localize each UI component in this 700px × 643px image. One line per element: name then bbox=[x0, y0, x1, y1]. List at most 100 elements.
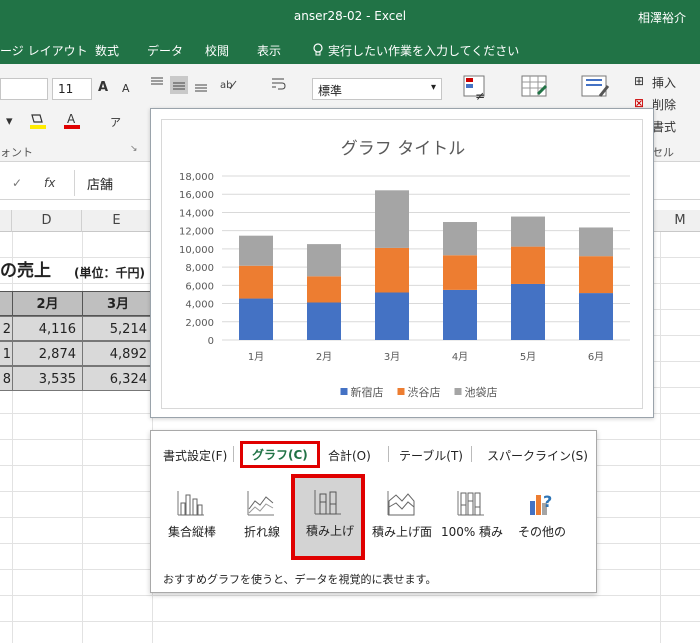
chart-preview[interactable]: グラフ タイトル 0 2,000 4,000 6,000 8,000 10,000 12,0… bbox=[150, 108, 654, 418]
percent-stacked-icon bbox=[457, 491, 484, 516]
chevron-down-icon: ▾ bbox=[430, 82, 436, 93]
sheet-unit[interactable]: (単位：千円) bbox=[74, 261, 145, 286]
font-dialog-launcher-icon[interactable]: ↘ bbox=[130, 144, 138, 154]
y-tick-label: 18,000 bbox=[179, 172, 214, 183]
x-tick-label: 2月 bbox=[316, 351, 332, 363]
table-cell[interactable]: 3,535 bbox=[12, 366, 83, 391]
column-header-partial[interactable] bbox=[0, 210, 12, 232]
bar-segment bbox=[511, 216, 545, 247]
line-chart-icon bbox=[247, 491, 274, 516]
qa-stacked-area[interactable]: 積み上げ面 bbox=[367, 481, 437, 561]
tell-me-box[interactable]: 実行したい作業を入力してください bbox=[312, 42, 519, 59]
check-icon[interactable]: ✓ bbox=[12, 176, 22, 190]
y-tick-label: 12,000 bbox=[179, 227, 214, 238]
x-tick-label: 1月 bbox=[248, 351, 264, 363]
font-size-box[interactable]: 11 bbox=[52, 78, 92, 100]
bar-segment bbox=[375, 292, 409, 340]
quick-analysis-panel: 書式設定(F) グラフ(C) 合計(O) テーブル(T) スパークライン(S) … bbox=[150, 430, 597, 593]
tab-view[interactable]: 表示 bbox=[257, 42, 281, 59]
qa-tab-totals[interactable]: 合計(O) bbox=[328, 447, 371, 464]
bar-segment bbox=[511, 246, 545, 284]
tab-page-layout[interactable]: ージ レイアウト bbox=[0, 42, 88, 59]
bar-segment bbox=[375, 247, 409, 293]
svg-text:≠: ≠ bbox=[475, 89, 485, 103]
qa-stacked-column[interactable]: 積み上げ bbox=[291, 474, 365, 560]
tab-separator bbox=[233, 446, 234, 462]
tab-data[interactable]: データ bbox=[147, 42, 183, 59]
dropdown-chevron-icon[interactable]: ▾ bbox=[6, 114, 13, 129]
stacked-area-icon bbox=[387, 491, 415, 516]
table-cell[interactable]: 4,116 bbox=[12, 316, 83, 341]
y-tick-label: 14,000 bbox=[179, 208, 214, 219]
sheet-title[interactable]: の売上 bbox=[0, 259, 51, 284]
legend-label: 渋谷店 bbox=[408, 385, 441, 399]
align-middle-icon[interactable] bbox=[170, 76, 188, 94]
qa-item-label: その他の bbox=[517, 525, 566, 539]
qa-tab-tables[interactable]: テーブル(T) bbox=[399, 447, 463, 464]
qa-tab-formatting[interactable]: 書式設定(F) bbox=[163, 447, 227, 464]
format-as-table-icon[interactable] bbox=[520, 74, 550, 104]
cell-styles-icon[interactable] bbox=[580, 74, 610, 104]
align-top-icon[interactable] bbox=[150, 76, 164, 88]
font-name-box[interactable] bbox=[0, 78, 48, 100]
orientation-icon[interactable]: ab bbox=[218, 76, 238, 92]
number-format-box[interactable]: 標準 ▾ bbox=[312, 78, 442, 100]
legend-label: 新宿店 bbox=[351, 385, 384, 399]
stacked-column-icon bbox=[314, 490, 341, 515]
legend-swatch bbox=[397, 388, 405, 395]
phonetic-icon[interactable]: ア bbox=[110, 114, 121, 130]
window-title: anser28-02 - Excel bbox=[293, 9, 407, 23]
legend-swatch bbox=[454, 388, 462, 395]
table-cell[interactable]: 5,214 bbox=[82, 316, 154, 341]
qa-100-stacked[interactable]: 100% 積み bbox=[437, 481, 507, 561]
x-tick-label: 4月 bbox=[452, 351, 468, 363]
fill-color-icon[interactable] bbox=[28, 112, 48, 130]
x-tick-label: 5月 bbox=[520, 351, 536, 363]
shrink-font-button[interactable]: A bbox=[122, 82, 130, 95]
qa-tab-sparklines[interactable]: スパークライン(S) bbox=[487, 447, 588, 464]
qa-tab-charts[interactable]: グラフ(C) bbox=[240, 441, 320, 468]
tab-review[interactable]: 校閲 bbox=[205, 42, 229, 59]
format-button-label[interactable]: 書式 bbox=[652, 118, 676, 135]
bar-segment bbox=[579, 256, 613, 294]
svg-text:A: A bbox=[67, 112, 76, 126]
header-cell[interactable]: 3月 bbox=[82, 291, 154, 316]
conditional-format-icon[interactable]: ≠ bbox=[462, 74, 488, 104]
title-bar: anser28-02 - Excel 相澤裕介 bbox=[0, 0, 700, 34]
column-header-m[interactable]: M bbox=[660, 210, 700, 232]
table-cell[interactable]: 2,874 bbox=[12, 341, 83, 366]
more-charts-icon: ? bbox=[530, 492, 552, 515]
insert-button-label[interactable]: 挿入 bbox=[652, 74, 676, 91]
y-tick-label: 10,000 bbox=[179, 245, 214, 256]
qa-clustered-column[interactable]: 集合縦棒 bbox=[157, 481, 227, 561]
y-tick-label: 6,000 bbox=[185, 281, 214, 292]
tab-formulas[interactable]: 数式 bbox=[95, 42, 119, 59]
bar-segment bbox=[239, 298, 273, 340]
delete-button-label[interactable]: 削除 bbox=[652, 96, 676, 113]
table-cell[interactable]: 4,892 bbox=[82, 341, 154, 366]
bar-segment bbox=[307, 276, 341, 303]
qa-more-charts[interactable]: ? その他の bbox=[507, 481, 577, 561]
fx-icon[interactable]: fx bbox=[44, 176, 55, 190]
grow-font-button[interactable]: A bbox=[98, 80, 108, 95]
column-header-e[interactable]: E bbox=[82, 210, 152, 232]
align-bottom-icon[interactable] bbox=[194, 80, 208, 92]
user-name[interactable]: 相澤裕介 bbox=[638, 9, 686, 26]
column-header-d[interactable]: D bbox=[12, 210, 82, 232]
svg-text:ab: ab bbox=[220, 80, 232, 91]
x-tick-label: 3月 bbox=[384, 351, 400, 363]
clustered-column-icon bbox=[177, 491, 204, 516]
insert-icon[interactable]: ⊞ bbox=[634, 74, 644, 88]
cells-group-label: セル bbox=[652, 146, 674, 159]
font-size-value: 11 bbox=[58, 82, 74, 96]
chart-plot: 0 2,000 4,000 6,000 8,000 10,000 12,000 14,000 1… bbox=[179, 172, 630, 399]
number-format-value: 標準 bbox=[318, 84, 343, 98]
font-color-icon[interactable]: A bbox=[62, 112, 82, 130]
header-cell[interactable]: 2月 bbox=[12, 291, 83, 316]
y-tick-label: 0 bbox=[208, 336, 214, 347]
y-tick-label: 16,000 bbox=[179, 190, 214, 201]
wrap-text-icon[interactable] bbox=[270, 76, 286, 92]
bar-segment bbox=[239, 235, 273, 266]
qa-line[interactable]: 折れ線 bbox=[227, 481, 297, 561]
table-cell[interactable]: 6,324 bbox=[82, 366, 154, 391]
